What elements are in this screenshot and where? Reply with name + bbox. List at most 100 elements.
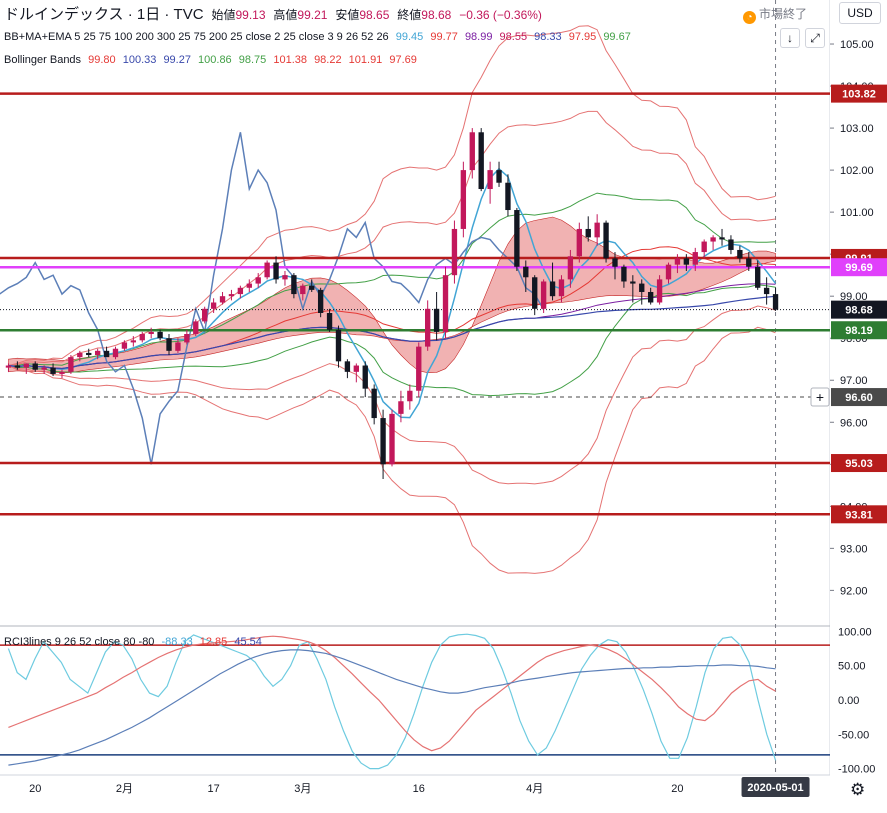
candle-body [639, 283, 645, 292]
candle-body [630, 281, 636, 284]
price-tick-label: 103.00 [840, 123, 874, 135]
candle-body [300, 285, 306, 295]
bollinger-value: 98.75 [238, 54, 267, 66]
market-status-label: 市場終了 [759, 7, 808, 21]
time-axis[interactable]: 20 2月 17 3月 16 4月 20 2020-05-01 [29, 777, 810, 797]
symbol-title[interactable]: ドルインデックス · 1日 · TVC [4, 6, 204, 23]
low-value: 98.65 [359, 8, 390, 22]
candle-body [737, 249, 743, 259]
candle-body [710, 237, 716, 242]
bb-ma-ema-value: 99.77 [430, 31, 458, 43]
candle-body [460, 170, 467, 229]
price-tick-label: 105.00 [840, 39, 874, 51]
level-price-label: 103.82 [842, 89, 876, 101]
candle-body [86, 352, 92, 356]
candle-body [683, 258, 690, 265]
price-tick-label: 101.00 [840, 207, 874, 219]
bollinger-upper-band [8, 110, 776, 366]
chart-canvas[interactable]: 92.0093.0094.0095.0096.0097.0098.0099.00… [0, 0, 887, 813]
candle-body [594, 222, 600, 238]
candle-body [755, 266, 761, 288]
candle-body [532, 277, 538, 309]
rci-tick-label: -100.00 [838, 764, 875, 776]
rci-legend[interactable]: RCI3lines 9 26 52 close 80 -80 -88.33 12… [4, 636, 266, 648]
rci-value: -88.33 [161, 636, 193, 648]
candle-body [166, 338, 172, 351]
candle-body [255, 277, 261, 284]
time-tick-label: 2月 [116, 783, 133, 795]
candle-body [514, 210, 520, 267]
candle-body [362, 365, 368, 389]
bb-ma-ema-label: BB+MA+EMA 5 25 75 100 200 300 25 75 200 … [4, 31, 389, 43]
candle-body [121, 342, 128, 349]
candle-body [425, 308, 431, 347]
time-tick-label: 17 [207, 783, 219, 795]
candle-body [585, 228, 591, 238]
maximize-icon[interactable]: ⤢ [805, 28, 825, 48]
price-axis[interactable]: 92.0093.0094.0095.0096.0097.0098.0099.00… [810, 0, 887, 813]
bollinger-value: 99.80 [88, 54, 116, 66]
change-value: −0.36 (−0.36%) [459, 8, 542, 22]
candle-body [14, 365, 21, 368]
rci-series-line [8, 649, 776, 766]
rci-value: 45.54 [234, 636, 262, 648]
candle-body [193, 321, 199, 335]
candle-body [23, 363, 29, 368]
close-value: 98.68 [421, 8, 452, 22]
bollinger-legend[interactable]: Bollinger Bands 99.80 100.33 99.27 100.8… [4, 54, 421, 66]
bollinger-value: 97.69 [389, 54, 417, 66]
price-tick-label: 93.00 [840, 543, 868, 555]
candle-body [549, 281, 556, 297]
candle-body [469, 132, 475, 171]
candle-body [246, 283, 252, 288]
price-tick-label: 92.00 [840, 585, 868, 597]
rci-tick-label: -50.00 [838, 729, 869, 741]
rci-tick-label: 100.00 [838, 626, 872, 638]
high-value: 99.21 [297, 8, 328, 22]
candle-body [317, 289, 324, 313]
candle-body [68, 357, 74, 372]
candle-body [523, 266, 529, 278]
candle-body [612, 258, 618, 267]
bb-ma-ema-legend[interactable]: BB+MA+EMA 5 25 75 100 200 300 25 75 200 … [4, 31, 635, 43]
candle-body [674, 258, 681, 265]
clock-icon: ◔ [743, 11, 756, 24]
candle-body [442, 275, 449, 332]
candle-body [94, 350, 101, 356]
open-value: 99.13 [235, 8, 266, 22]
rci-label: RCI3lines 9 26 52 close 80 -80 [4, 636, 155, 648]
rci-pane [0, 633, 830, 770]
candle-body [478, 132, 484, 190]
candle-body [380, 418, 386, 465]
candle-body [505, 182, 511, 211]
arrow-down-icon[interactable]: ↓ [780, 28, 800, 48]
candle-body [309, 285, 315, 290]
candle-body [451, 228, 458, 276]
bb-ma-ema-value: 97.95 [568, 31, 597, 43]
market-status: ◔ 市場終了 [743, 5, 807, 24]
high-label: 高値 [273, 8, 298, 22]
candle-body [228, 294, 235, 297]
candle-body [353, 365, 359, 372]
candle-body [398, 401, 404, 414]
time-tick-label: 20 [671, 783, 683, 795]
gear-icon[interactable]: ⚙ [850, 780, 865, 800]
close-label: 終値 [397, 8, 422, 22]
candle-body [273, 262, 279, 280]
rci-series-line [7, 633, 777, 770]
time-tick-label: 20 [29, 783, 41, 795]
candle-body [772, 294, 779, 310]
currency-button[interactable]: USD [839, 2, 881, 24]
candle-body [5, 365, 12, 368]
candle-body [32, 363, 38, 370]
candle-body [112, 348, 119, 358]
candle-body [371, 388, 377, 419]
candle-body [540, 281, 547, 309]
candle-body [335, 329, 342, 362]
bb-ma-ema-value: 98.55 [499, 31, 528, 43]
candle-body [157, 331, 163, 339]
candle-body [77, 352, 83, 358]
candle-body [692, 252, 698, 265]
level-price-label: 98.19 [845, 325, 873, 337]
candle-body [647, 291, 654, 303]
